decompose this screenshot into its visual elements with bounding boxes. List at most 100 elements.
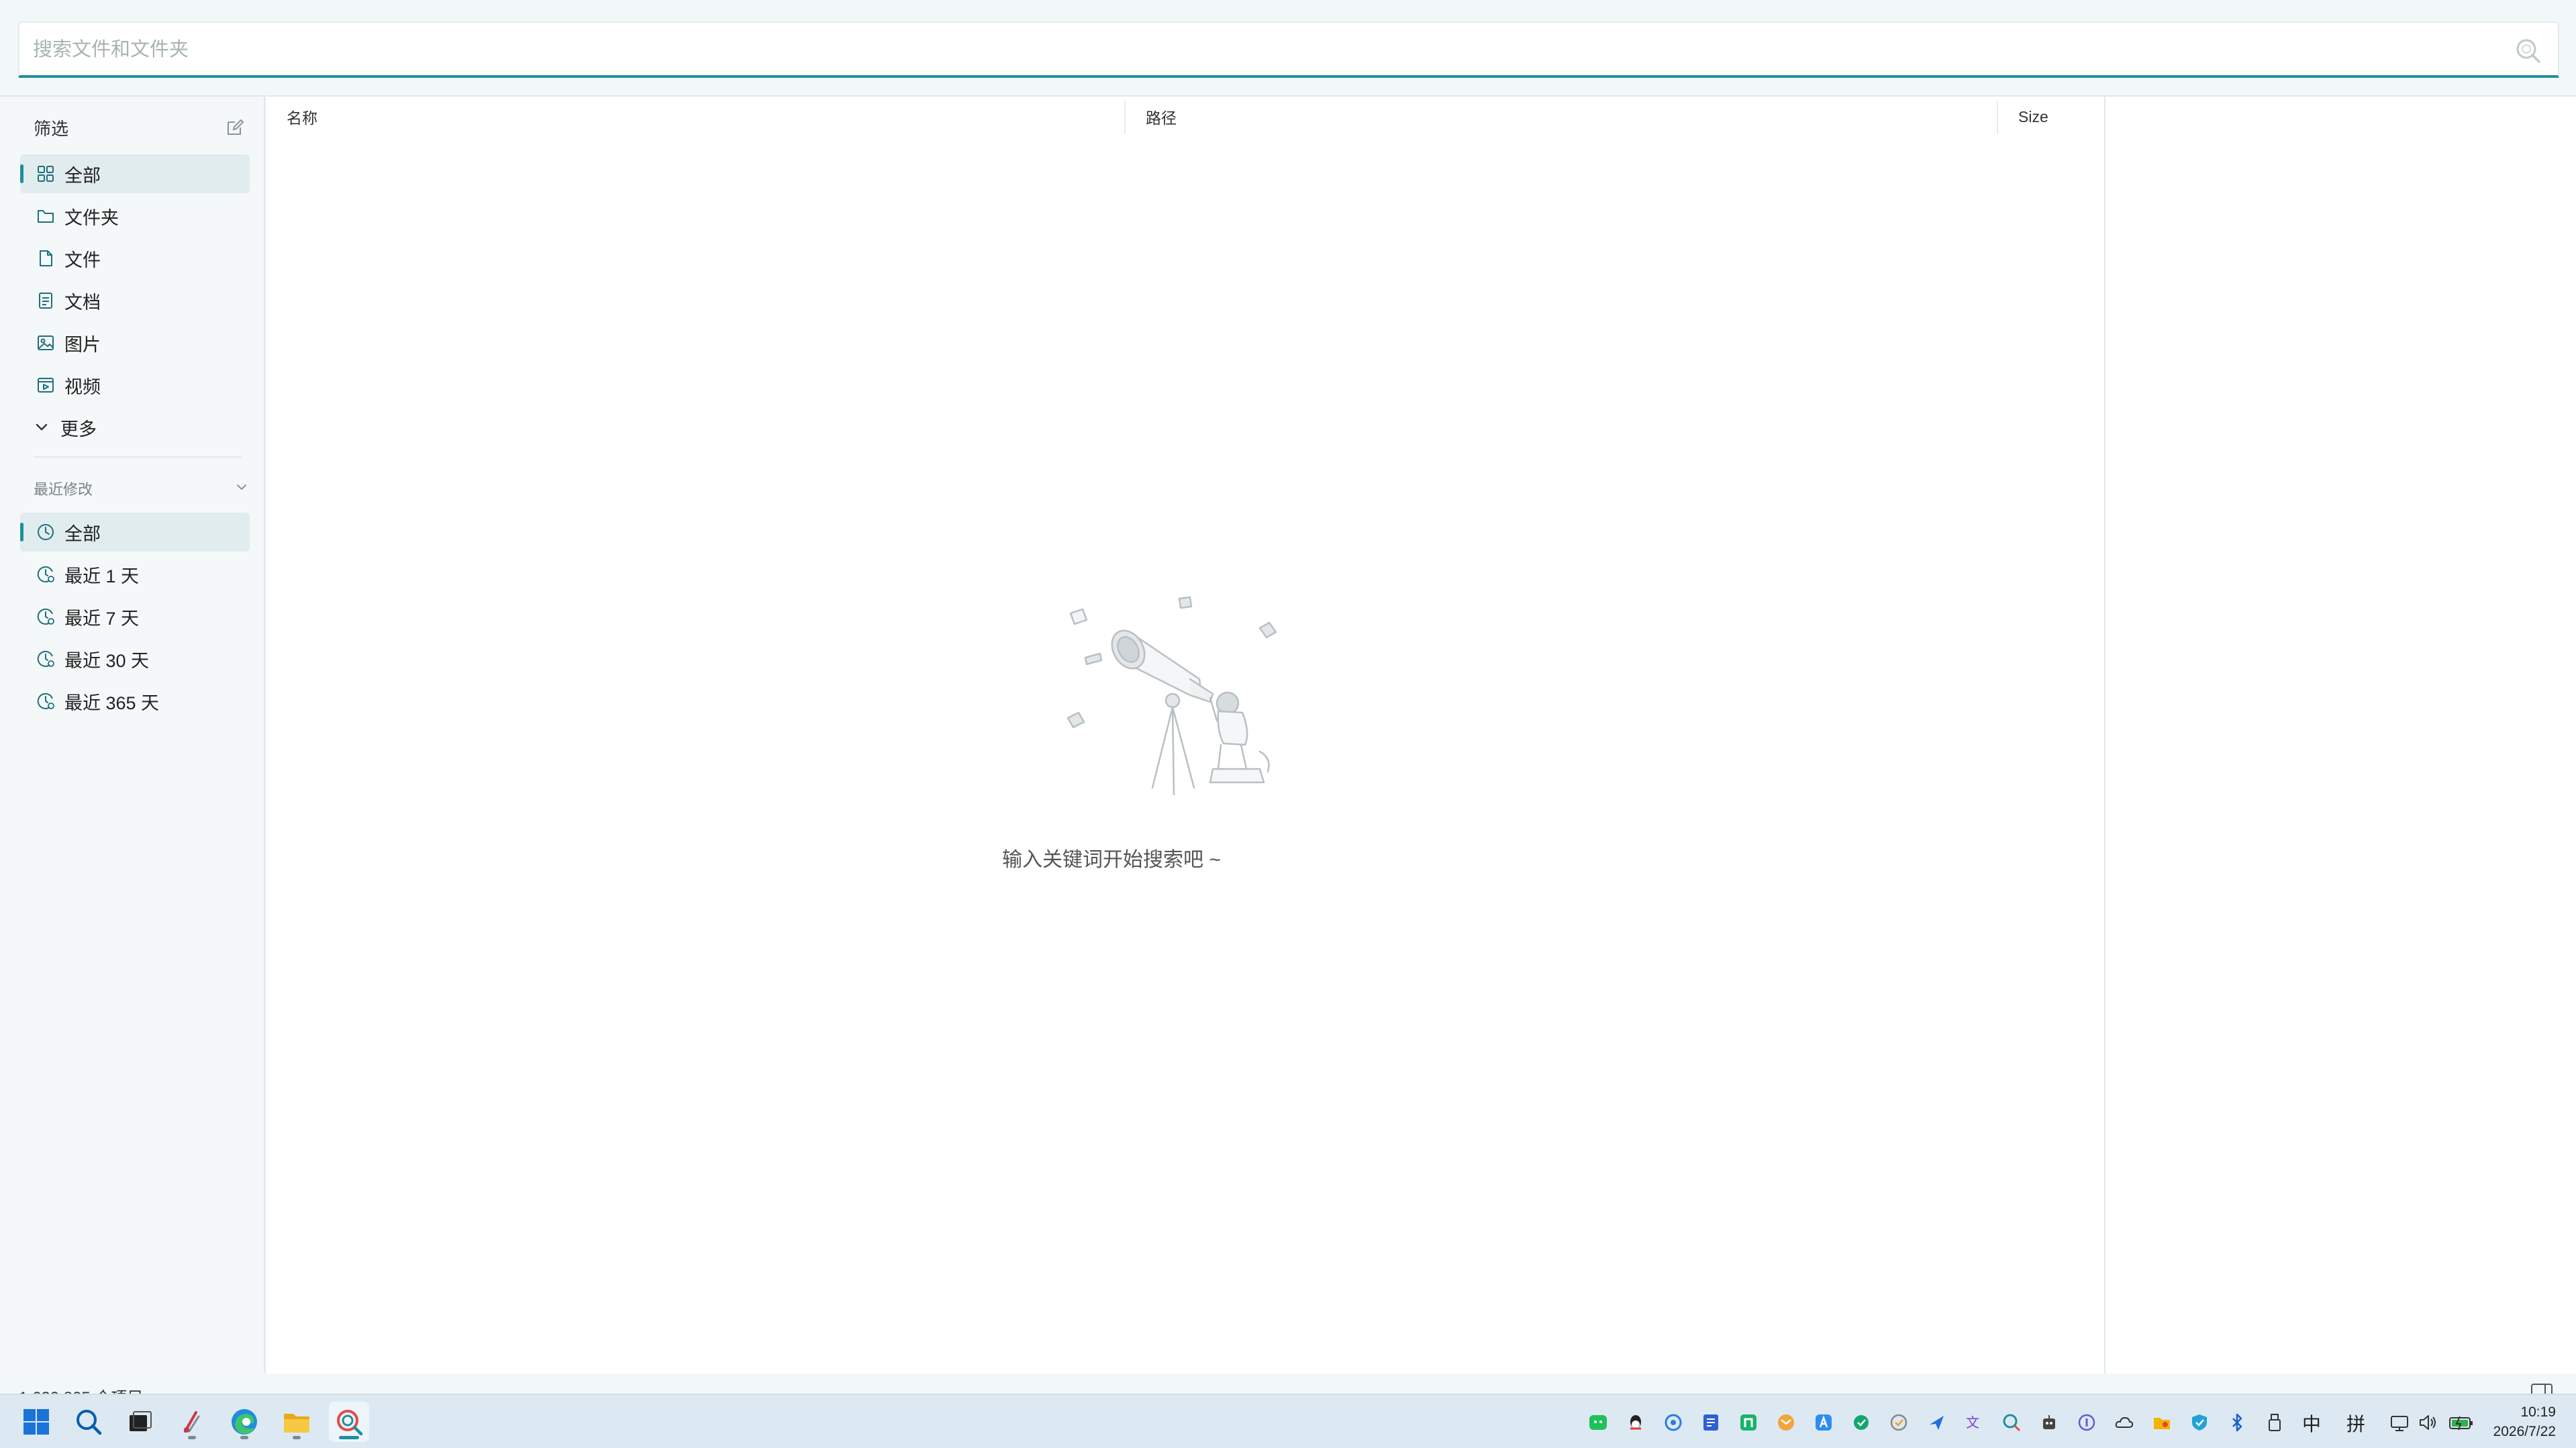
results-panel: 名称 路径 Size 输入关键词开始搜索吧 ~ (266, 95, 2106, 1374)
column-header-size[interactable]: Size (1998, 97, 2106, 137)
search-bar (18, 21, 2559, 78)
sidebar-item-documents[interactable]: 文档 (20, 281, 250, 320)
store-icon[interactable] (1814, 1412, 1834, 1433)
recent-section-title: 最近修改 (34, 481, 93, 498)
running-indicator (240, 1436, 248, 1439)
sidebar-item-images[interactable]: 图片 (20, 323, 250, 362)
running-indicator (188, 1436, 196, 1439)
panel-toggle-icon[interactable] (2530, 1383, 2553, 1394)
document-icon (39, 293, 52, 309)
shield-app-icon[interactable] (2189, 1412, 2210, 1433)
sidebar: 筛选 全部 文件夹 文件 文档 图片 视频 更多 最近修改 全部 最近 1 天 … (0, 95, 265, 1374)
empty-state-message: 输入关键词开始搜索吧 ~ (1002, 849, 1221, 871)
clock-7-icon (37, 608, 54, 625)
grid-icon (38, 166, 54, 182)
column-header-name[interactable]: 名称 (266, 97, 1126, 137)
search-tray-icon[interactable] (2001, 1412, 2022, 1433)
sidebar-item-label: 视频 (64, 376, 101, 397)
file-explorer-icon (284, 1414, 309, 1433)
file-icon (40, 250, 52, 266)
usb-drive-icon[interactable] (2265, 1412, 2285, 1433)
edge-icon (232, 1409, 257, 1435)
translate-icon[interactable]: 文 (1964, 1412, 1984, 1433)
onedrive-icon[interactable] (2114, 1412, 2134, 1433)
telescope-illustration (1067, 596, 1277, 796)
sidebar-item-recent-30-days[interactable]: 最近 30 天 (20, 639, 250, 678)
robot-icon[interactable] (2039, 1412, 2059, 1433)
sidebar-item-label: 最近 7 天 (64, 608, 140, 629)
check-app-icon[interactable] (1889, 1412, 1909, 1433)
sidebar-item-recent-365-days[interactable]: 最近 365 天 (20, 682, 250, 721)
sidebar-item-label: 最近 1 天 (64, 566, 140, 586)
cloud-sync-icon[interactable] (1663, 1412, 1683, 1433)
ime-mode-indicator[interactable]: 拼 (2346, 1410, 2365, 1437)
ime-language-indicator[interactable]: 中 (2302, 1410, 2321, 1437)
sidebar-item-label: 文件 (64, 250, 101, 270)
clock-30-icon (37, 650, 54, 667)
sidebar-item-folders[interactable]: 文件夹 (20, 197, 250, 236)
running-indicator (339, 1436, 359, 1439)
volume-icon[interactable] (2418, 1412, 2438, 1433)
sidebar-item-label: 最近 365 天 (64, 692, 160, 713)
task-view-icon (130, 1411, 152, 1431)
taskbar-app-edge[interactable] (224, 1402, 264, 1442)
sidebar-item-recent-7-days[interactable]: 最近 7 天 (20, 597, 250, 636)
search-icon[interactable] (2514, 36, 2542, 64)
clock-icon (38, 524, 54, 540)
running-indicator (293, 1436, 301, 1439)
taskbar-app-file-search[interactable] (329, 1402, 369, 1442)
video-icon (38, 378, 54, 393)
sidebar-item-label: 文档 (64, 292, 101, 313)
search-icon (77, 1410, 102, 1435)
doc-app-icon[interactable] (1701, 1412, 1721, 1433)
feishu-icon[interactable] (1926, 1412, 1946, 1433)
filter-title: 筛选 (34, 119, 69, 139)
green-circle-app-icon[interactable] (1851, 1412, 1871, 1433)
search-input[interactable] (32, 23, 2491, 76)
password-app-icon[interactable] (2077, 1412, 2097, 1433)
snipping-tool-icon (184, 1411, 200, 1433)
taskbar-app-file-explorer[interactable] (277, 1402, 317, 1442)
chevron-down-icon (36, 423, 48, 431)
qq-icon[interactable] (1626, 1412, 1646, 1433)
column-header-label: Size (2018, 107, 2048, 125)
task-view-button[interactable] (119, 1402, 160, 1442)
preview-panel (2106, 95, 2576, 1374)
mail-icon[interactable] (1776, 1412, 1796, 1433)
sidebar-more-label: 更多 (60, 419, 97, 439)
green-app-icon[interactable] (1738, 1412, 1758, 1433)
svg-text:文: 文 (1966, 1414, 1979, 1431)
column-header-path[interactable]: 路径 (1126, 97, 1998, 137)
sidebar-item-files[interactable]: 文件 (20, 239, 250, 278)
column-header-label: 路径 (1146, 109, 1177, 127)
sidebar-item-recent-all[interactable]: 全部 (20, 513, 250, 552)
taskbar-app-snipping-tool[interactable] (172, 1402, 212, 1442)
sidebar-item-label: 最近 30 天 (64, 650, 150, 671)
sidebar-divider (34, 456, 242, 458)
status-bar: 1,620,805 个项目 (0, 1374, 2576, 1394)
sidebar-item-label: 文件夹 (64, 207, 119, 228)
clock-365-icon (37, 692, 54, 709)
clock-1-icon (37, 566, 54, 582)
clock-time: 10:19 (2520, 1404, 2556, 1420)
start-button[interactable] (16, 1402, 56, 1442)
battery-icon[interactable] (2448, 1412, 2474, 1433)
taskbar-search-button[interactable] (68, 1402, 109, 1442)
bluetooth-icon[interactable] (2227, 1412, 2247, 1433)
sidebar-item-recent-1-day[interactable]: 最近 1 天 (20, 555, 250, 594)
sidebar-item-videos[interactable]: 视频 (20, 366, 250, 405)
network-icon[interactable] (2389, 1412, 2410, 1433)
wechat-icon[interactable] (1588, 1412, 1608, 1433)
chevron-down-icon[interactable] (235, 480, 248, 494)
folder-tray-icon[interactable] (2152, 1412, 2172, 1433)
file-search-app-icon (337, 1410, 363, 1436)
sidebar-item-all[interactable]: 全部 (20, 154, 250, 193)
edit-icon[interactable] (226, 118, 244, 137)
sidebar-item-label: 图片 (64, 334, 101, 355)
system-clock[interactable]: 10:19 2026/7/22 (2493, 1402, 2556, 1441)
folder-icon (38, 210, 54, 223)
column-header-label: 名称 (287, 109, 317, 127)
sidebar-item-more[interactable]: 更多 (20, 408, 250, 447)
taskbar: 文 中 拼 10:19 2026/7/22 (0, 1394, 2576, 1448)
windows-start-icon (23, 1409, 49, 1435)
